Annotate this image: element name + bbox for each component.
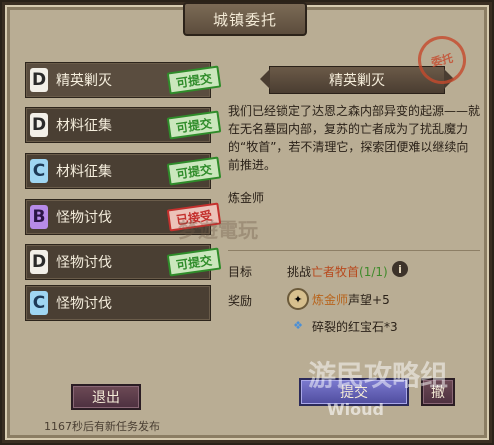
new-quest-countdown: 1167秒后有新任务发布 bbox=[44, 420, 160, 433]
crystal-icon: ❖ bbox=[293, 318, 303, 332]
reward-name: 碎裂的红宝石*3 bbox=[312, 320, 398, 334]
quest-item[interactable]: D 怪物讨伐 可提交 bbox=[25, 244, 222, 280]
quest-name: 怪物讨伐 bbox=[56, 296, 112, 312]
submit-button[interactable]: 提交 bbox=[299, 378, 409, 406]
rank-badge: B bbox=[30, 205, 48, 229]
rank-badge: D bbox=[30, 250, 48, 274]
reward-name: 炼金师 bbox=[312, 293, 349, 307]
rank-badge: D bbox=[30, 113, 48, 137]
rank-badge: C bbox=[30, 291, 48, 315]
quest-item[interactable]: B 怪物讨伐 已接受 bbox=[25, 199, 222, 235]
abandon-button[interactable]: 撤 bbox=[421, 378, 455, 406]
reward-suffix: 声望+5 bbox=[348, 293, 390, 307]
quest-item[interactable]: C 怪物讨伐 bbox=[25, 285, 211, 321]
target-text: 挑战亡者牧首(1/1) bbox=[287, 263, 388, 280]
target-count: (1/1) bbox=[359, 265, 388, 279]
quest-item[interactable]: D 材料征集 可提交 bbox=[25, 107, 222, 143]
reward-label: 奖励 bbox=[228, 294, 253, 308]
target-label: 目标 bbox=[228, 265, 253, 279]
quest-detail-title: 精英剿灭 bbox=[260, 66, 454, 94]
window-title: 城镇委托 bbox=[183, 2, 307, 36]
quest-description: 我们已经锁定了达恩之森内部异变的起源——就在无名墓园内部，复苏的亡者成为了扰乱魔… bbox=[228, 104, 481, 172]
reward-item: 炼金师声望+5 bbox=[312, 291, 390, 308]
divider bbox=[228, 250, 480, 251]
info-icon[interactable]: i bbox=[392, 261, 408, 277]
target-prefix: 挑战 bbox=[287, 265, 312, 279]
target-name: 亡者牧首 bbox=[311, 265, 360, 279]
rank-badge: D bbox=[30, 68, 48, 92]
reputation-medal-icon: ✦ bbox=[287, 288, 309, 310]
exit-button[interactable]: 退出 bbox=[71, 384, 141, 410]
quest-item[interactable]: D 精英剿灭 可提交 bbox=[25, 62, 222, 98]
profession-label: 炼金师 bbox=[228, 191, 265, 205]
reward-item: 碎裂的红宝石*3 bbox=[312, 318, 398, 335]
quest-item[interactable]: C 材料征集 可提交 bbox=[25, 153, 222, 189]
rank-badge: C bbox=[30, 159, 48, 183]
